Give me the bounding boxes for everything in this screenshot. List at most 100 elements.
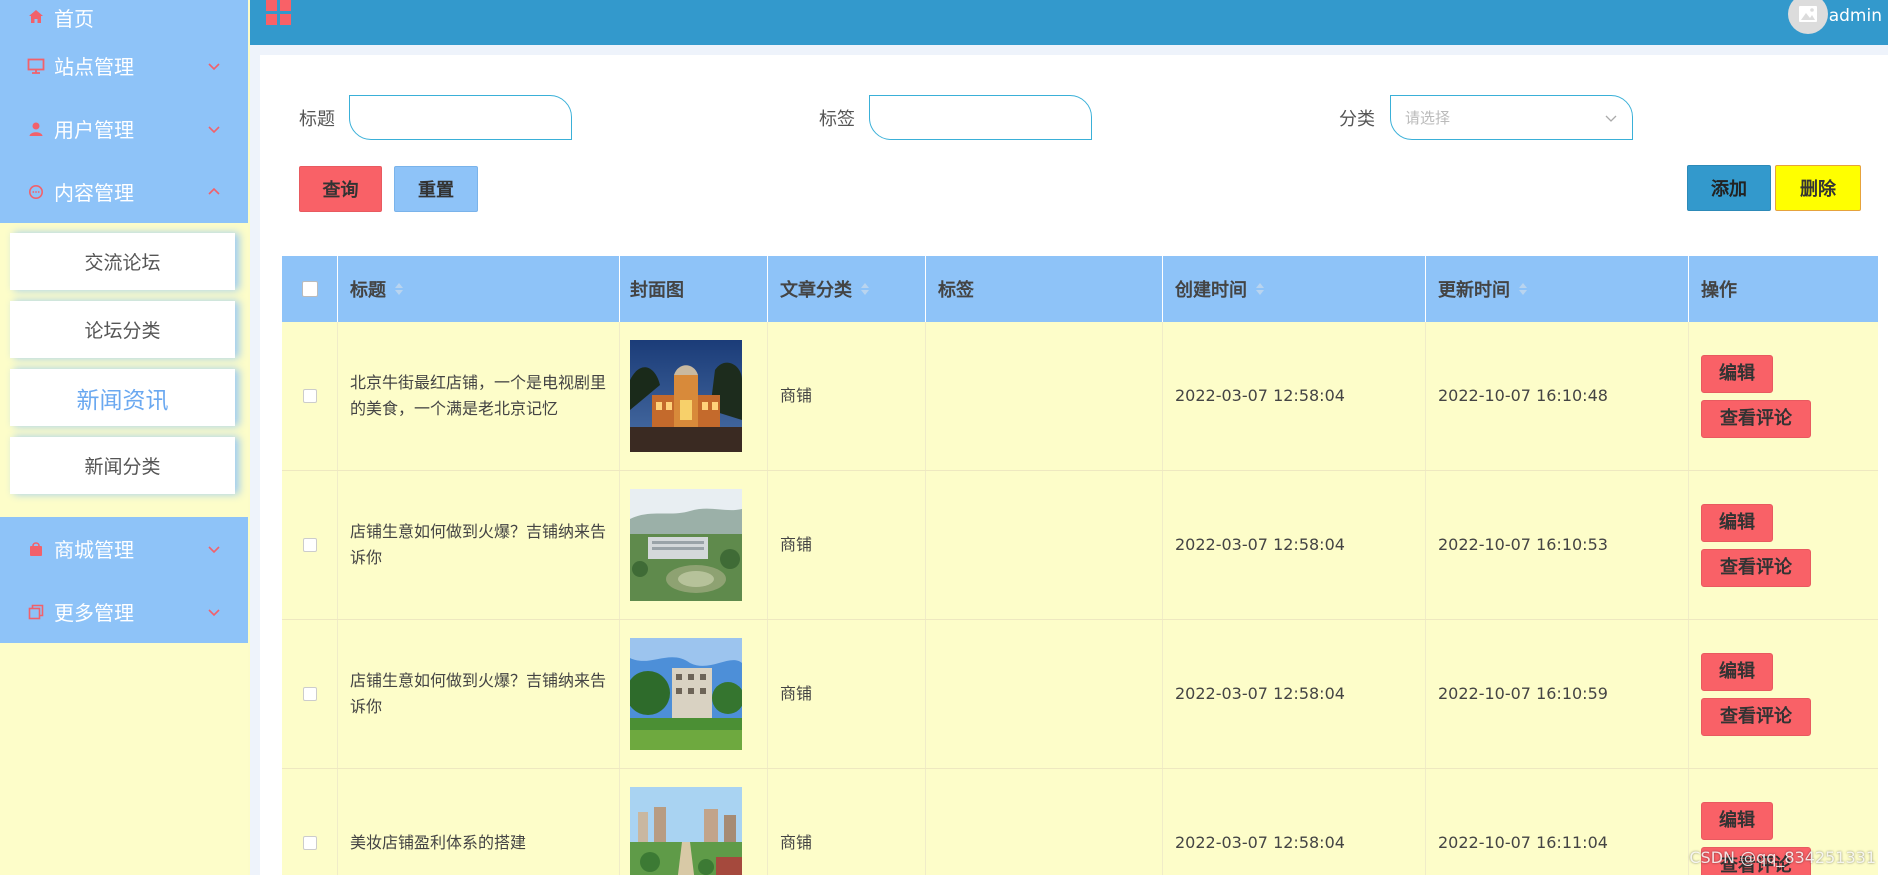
- tag-input[interactable]: [869, 95, 1092, 140]
- cell-tag: [926, 769, 1163, 875]
- cell-cover: [620, 471, 768, 619]
- row-checkbox[interactable]: [302, 538, 317, 552]
- chat-icon: [26, 182, 46, 202]
- cell-actions: 编辑 查看评论: [1689, 620, 1878, 768]
- cell-created: 2022-03-07 12:58:04: [1163, 769, 1426, 875]
- table-header: 标题 封面图 文章分类 标签 创建时间 更新时间 操作: [282, 256, 1878, 322]
- sidebar-bottom-group: 商城管理 更多管理: [0, 517, 248, 643]
- sort-icon[interactable]: [1255, 282, 1265, 296]
- username[interactable]: admin: [1829, 6, 1882, 26]
- cell-actions: 编辑 查看评论: [1689, 471, 1878, 619]
- sidebar-item-content[interactable]: 内容管理: [0, 160, 248, 223]
- sidebar-item-home[interactable]: 首页: [0, 0, 248, 34]
- user-icon: [26, 119, 46, 139]
- cell-updated: 2022-10-07 16:11:04: [1426, 769, 1689, 875]
- watermark: CSDN @qq_834251331: [1689, 848, 1876, 867]
- column-header-tag: 标签: [926, 256, 1163, 322]
- cell-title: 店铺生意如何做到火爆？吉铺纳来告诉你: [338, 471, 620, 619]
- edit-button[interactable]: 编辑: [1701, 354, 1773, 393]
- sidebar-item-more[interactable]: 更多管理: [0, 580, 248, 643]
- view-comments-button[interactable]: 查看评论: [1701, 697, 1811, 736]
- sidebar-item-site[interactable]: 站点管理: [0, 34, 248, 97]
- delete-button[interactable]: 删除: [1775, 165, 1861, 211]
- row-select-cell: [282, 322, 338, 470]
- sidebar-item-label: 用户管理: [54, 118, 134, 142]
- cell-category: 商铺: [768, 471, 926, 619]
- submenu-item-news[interactable]: 新闻资讯: [10, 369, 235, 426]
- add-button[interactable]: 添加: [1687, 165, 1771, 211]
- chevron-down-icon: [208, 62, 220, 70]
- cover-image: [630, 787, 742, 875]
- home-icon: [26, 7, 46, 27]
- cell-tag: [926, 471, 1163, 619]
- image-placeholder-icon: [1799, 6, 1817, 22]
- cell-tag: [926, 322, 1163, 470]
- cell-category: 商铺: [768, 322, 926, 470]
- row-select-cell: [282, 471, 338, 619]
- title-filter-label: 标题: [299, 109, 335, 130]
- edit-button[interactable]: 编辑: [1701, 652, 1773, 691]
- table-row: 店铺生意如何做到火爆？吉铺纳来告诉你 商铺 2022-03-07 12:58:0…: [282, 620, 1878, 769]
- table-row: 美妆店铺盈利体系的搭建 商铺 2022-03-07 12:58:04 2022-…: [282, 769, 1878, 875]
- view-comments-button[interactable]: 查看评论: [1701, 399, 1811, 438]
- column-header-category[interactable]: 文章分类: [768, 256, 926, 322]
- sidebar-item-shop[interactable]: 商城管理: [0, 517, 248, 580]
- select-all-cell: [282, 256, 338, 322]
- table-row: 北京牛街最红店铺，一个是电视剧里的美食，一个满是老北京记忆 商铺 2022-03…: [282, 322, 1878, 471]
- sort-icon[interactable]: [1518, 282, 1528, 296]
- cover-image: [630, 638, 742, 750]
- chevron-down-icon: [208, 545, 220, 553]
- category-filter-label: 分类: [1339, 109, 1375, 130]
- column-header-updated[interactable]: 更新时间: [1426, 256, 1689, 322]
- monitor-icon: [26, 56, 46, 76]
- title-input[interactable]: [349, 95, 572, 140]
- reset-button[interactable]: 重置: [394, 166, 478, 212]
- chevron-up-icon: [208, 187, 220, 195]
- chevron-down-icon: [208, 125, 220, 133]
- cover-image: [630, 489, 742, 601]
- cell-updated: 2022-10-07 16:10:48: [1426, 322, 1689, 470]
- cell-updated: 2022-10-07 16:10:59: [1426, 620, 1689, 768]
- row-checkbox[interactable]: [302, 836, 317, 850]
- chevron-down-icon: [1605, 115, 1617, 122]
- row-select-cell: [282, 620, 338, 768]
- sort-icon[interactable]: [860, 282, 870, 296]
- select-all-checkbox[interactable]: [301, 281, 318, 297]
- cover-image: [630, 340, 742, 452]
- edit-button[interactable]: 编辑: [1701, 503, 1773, 542]
- category-select[interactable]: 请选择: [1390, 95, 1633, 140]
- sidebar-item-label: 站点管理: [54, 55, 134, 79]
- edit-button[interactable]: 编辑: [1701, 801, 1773, 840]
- table-row: 店铺生意如何做到火爆？吉铺纳来告诉你 商铺 2022-03-07 12:58:0…: [282, 471, 1878, 620]
- submenu-item-forum[interactable]: 交流论坛: [10, 233, 235, 290]
- chevron-down-icon: [208, 608, 220, 616]
- grid-menu-icon[interactable]: [266, 0, 292, 26]
- sidebar-item-label: 首页: [54, 6, 94, 31]
- view-comments-button[interactable]: 查看评论: [1701, 548, 1811, 587]
- row-select-cell: [282, 769, 338, 875]
- cell-created: 2022-03-07 12:58:04: [1163, 620, 1426, 768]
- cell-cover: [620, 322, 768, 470]
- sidebar-item-users[interactable]: 用户管理: [0, 97, 248, 160]
- column-header-created[interactable]: 创建时间: [1163, 256, 1426, 322]
- cell-tag: [926, 620, 1163, 768]
- sort-icon[interactable]: [394, 282, 404, 296]
- row-checkbox[interactable]: [302, 687, 317, 701]
- cell-category: 商铺: [768, 769, 926, 875]
- copy-icon: [26, 602, 46, 622]
- cell-created: 2022-03-07 12:58:04: [1163, 322, 1426, 470]
- submenu-item-forum-category[interactable]: 论坛分类: [10, 301, 235, 358]
- content-submenu: 交流论坛 论坛分类 新闻资讯 新闻分类: [0, 223, 248, 517]
- cell-actions: 编辑 查看评论: [1689, 322, 1878, 470]
- query-button[interactable]: 查询: [299, 166, 382, 212]
- tag-filter-label: 标签: [819, 109, 855, 130]
- submenu-item-news-category[interactable]: 新闻分类: [10, 437, 235, 494]
- row-checkbox[interactable]: [302, 389, 317, 403]
- column-header-actions: 操作: [1701, 280, 1737, 301]
- column-header-title[interactable]: 标题: [338, 256, 620, 322]
- sidebar-item-label: 商城管理: [54, 538, 134, 562]
- news-table: 标题 封面图 文章分类 标签 创建时间 更新时间 操作 北京牛街最红店铺，一个是…: [282, 256, 1878, 875]
- column-header-cover: 封面图: [620, 256, 768, 322]
- avatar[interactable]: [1788, 0, 1828, 34]
- top-header: admin: [250, 0, 1888, 45]
